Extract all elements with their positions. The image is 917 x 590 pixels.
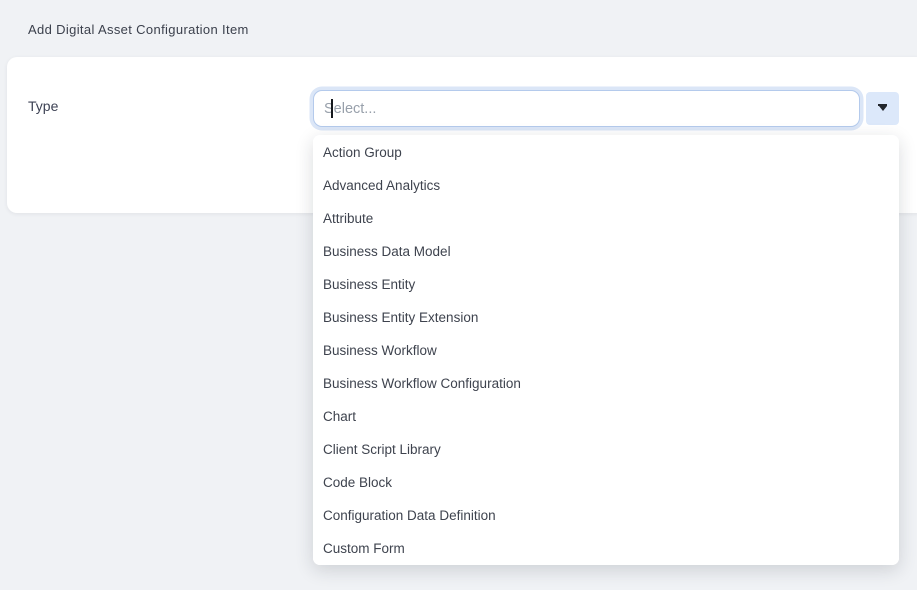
dropdown-option[interactable]: Chart [313,400,899,433]
dropdown-option[interactable]: Code Block [313,466,899,499]
dropdown-option[interactable]: Configuration Data Definition [313,499,899,532]
dropdown-option[interactable]: Custom Form [313,532,899,565]
dropdown-option[interactable]: Attribute [313,202,899,235]
type-field-label: Type [28,98,58,114]
dropdown-option[interactable]: Business Entity [313,268,899,301]
dropdown-option[interactable]: Business Workflow [313,334,899,367]
caret-down-icon [879,106,887,111]
dropdown-option[interactable]: Client Script Library [313,433,899,466]
dropdown-option[interactable]: Advanced Analytics [313,169,899,202]
text-cursor [331,99,333,118]
dropdown-option[interactable]: Business Workflow Configuration [313,367,899,400]
dropdown-option[interactable]: Business Data Model [313,235,899,268]
page-title: Add Digital Asset Configuration Item [28,22,249,37]
dropdown-option[interactable]: Action Group [313,136,899,169]
type-dropdown-list: Action GroupAdvanced AnalyticsAttributeB… [313,135,899,565]
type-dropdown-toggle-button[interactable] [866,92,899,125]
type-select-input[interactable] [313,90,860,127]
dropdown-option[interactable]: Business Entity Extension [313,301,899,334]
